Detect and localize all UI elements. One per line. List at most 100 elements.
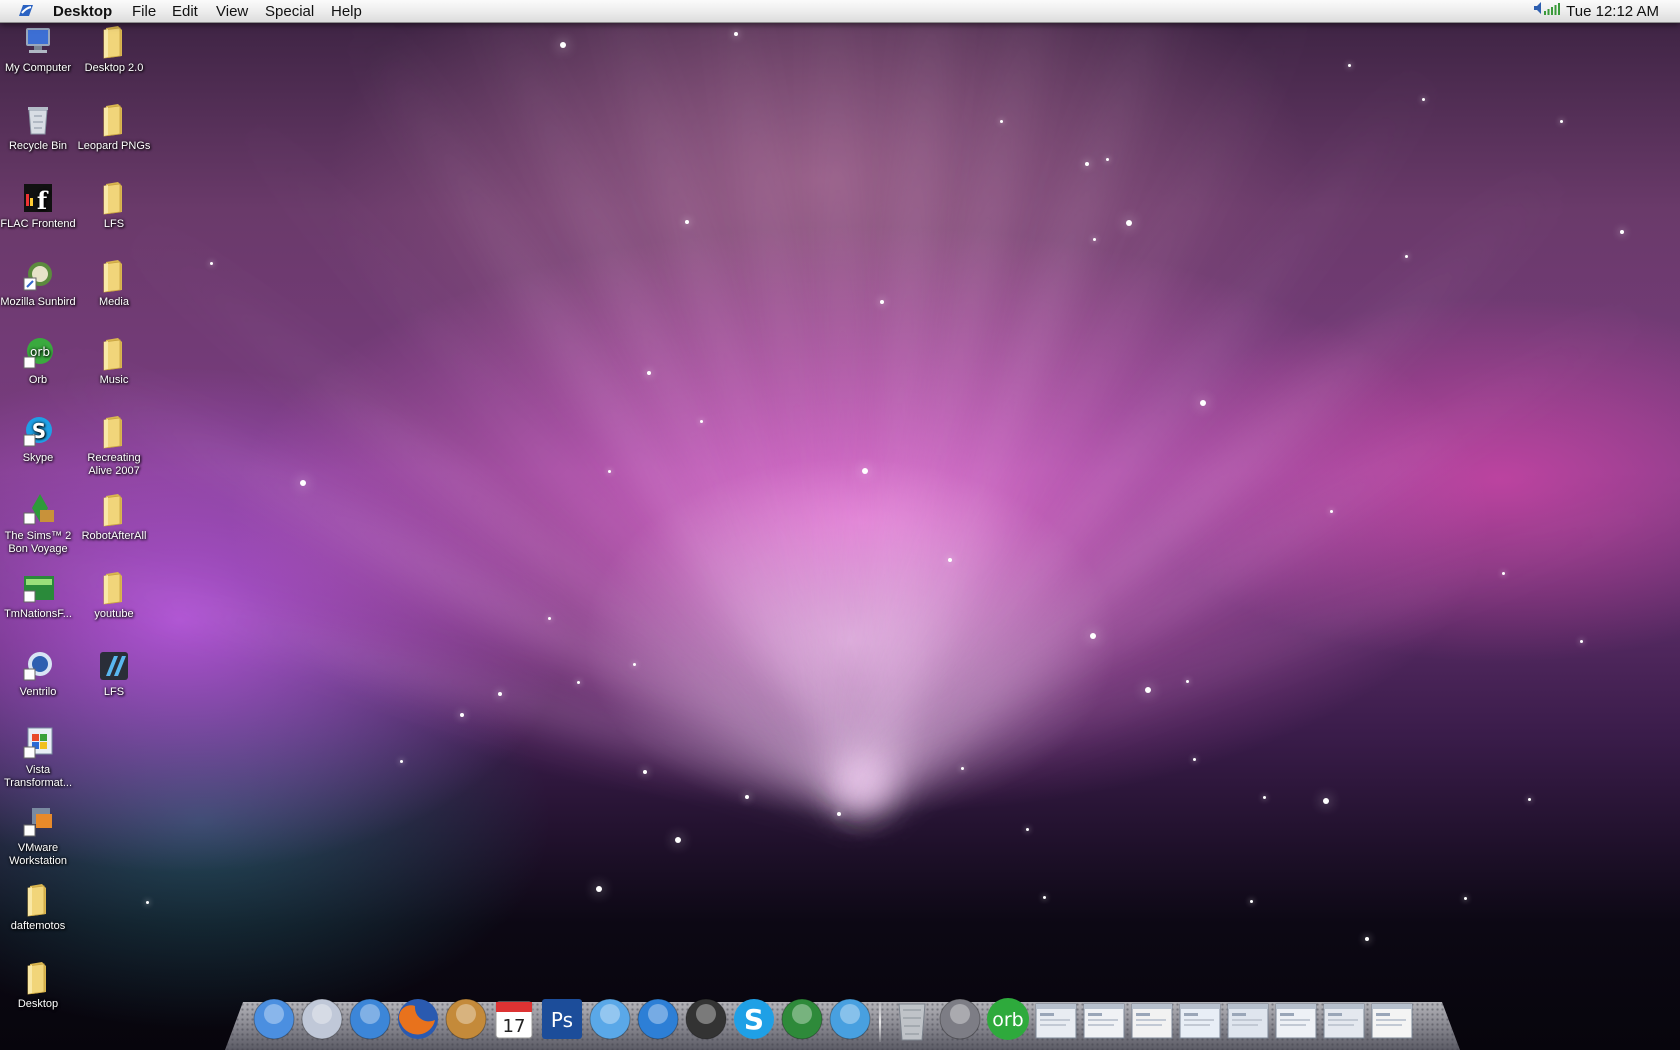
folder-icon: [96, 102, 132, 138]
star: [1193, 758, 1196, 761]
desktop-icon[interactable]: The Sims™ 2 Bon Voyage: [0, 492, 76, 556]
desktop-icon[interactable]: Desktop 2.0: [76, 24, 152, 75]
star: [1000, 120, 1003, 123]
desktop-icon-label: Music: [99, 374, 129, 386]
skype-icon: S: [20, 414, 56, 450]
desktop-icon[interactable]: f FLAC Frontend: [0, 180, 76, 231]
star: [1330, 510, 1333, 513]
window-thumbnail-icon[interactable]: [1129, 996, 1175, 1042]
volume-icon[interactable]: [1532, 1, 1542, 15]
menu-file[interactable]: File: [132, 3, 156, 20]
ical-icon[interactable]: 17: [491, 996, 537, 1042]
desktop-icon-label: The Sims™ 2 Bon Voyage: [4, 530, 72, 555]
sims-icon[interactable]: [779, 996, 825, 1042]
desktop-icon[interactable]: Vista Transformat...: [0, 726, 76, 790]
desktop-icon[interactable]: RobotAfterAll: [76, 492, 152, 543]
desktop-icon[interactable]: youtube: [76, 570, 152, 621]
desktop-icon[interactable]: VMware Workstation: [0, 804, 76, 868]
star: [560, 42, 566, 48]
desktop-icon[interactable]: Recreating Alive 2007: [76, 414, 152, 478]
safari-icon[interactable]: [347, 996, 393, 1042]
desktop-icon-label: LFS: [103, 686, 125, 698]
star: [1250, 900, 1253, 903]
sunbird-icon: [20, 258, 56, 294]
desktop-icon[interactable]: S Skype: [0, 414, 76, 465]
lfs-app-icon: [96, 648, 132, 684]
desktop-icon-label: Recreating Alive 2007: [87, 452, 141, 477]
star: [577, 681, 580, 684]
window-thumbnail-icon[interactable]: [1321, 996, 1367, 1042]
menu-clock[interactable]: Tue 12:12 AM: [1566, 3, 1659, 20]
finder-icon[interactable]: [251, 996, 297, 1042]
msn-messenger-icon[interactable]: [827, 996, 873, 1042]
computer-icon: [20, 24, 56, 60]
folder-icon: [20, 960, 56, 996]
desktop-icon[interactable]: TmNationsF...: [0, 570, 76, 621]
star: [596, 886, 602, 892]
star: [1106, 158, 1109, 161]
desktop-icon-label: LFS: [103, 218, 125, 230]
desktop-icon[interactable]: Desktop: [0, 960, 76, 1011]
menu-edit[interactable]: Edit: [172, 3, 198, 20]
star: [862, 468, 868, 474]
star: [1422, 98, 1425, 101]
star: [745, 795, 749, 799]
window-thumbnail-icon[interactable]: [1369, 996, 1415, 1042]
star: [1405, 255, 1408, 258]
star: [548, 617, 551, 620]
firefox-icon[interactable]: [395, 996, 441, 1042]
trash-icon[interactable]: [889, 996, 935, 1042]
star: [1464, 897, 1467, 900]
folder-icon: [96, 180, 132, 216]
desktop-icon[interactable]: Recycle Bin: [0, 102, 76, 153]
desktop-icon[interactable]: orb Orb: [0, 336, 76, 387]
desktop-icon-label: daftemotos: [10, 920, 66, 932]
star: [1502, 572, 1505, 575]
orb-icon[interactable]: orb: [985, 996, 1031, 1042]
desktop-icon-label: Vista Transformat...: [3, 764, 73, 789]
photoshop-icon[interactable]: Ps: [539, 996, 585, 1042]
system-preferences-icon[interactable]: [937, 996, 983, 1042]
desktop-icon-label: Desktop: [17, 998, 59, 1010]
svg-text:S: S: [744, 1003, 764, 1036]
desktop-icon[interactable]: Music: [76, 336, 152, 387]
desktop-icon-label: FLAC Frontend: [0, 218, 76, 230]
desktop-icon[interactable]: Media: [76, 258, 152, 309]
desktop-wallpaper: [0, 0, 1680, 1050]
menu-special[interactable]: Special: [265, 3, 314, 20]
star: [700, 420, 703, 423]
desktop-icon-label: Mozilla Sunbird: [0, 296, 76, 308]
star: [300, 480, 306, 486]
folder-icon: [96, 492, 132, 528]
window-thumbnail-icon[interactable]: [1177, 996, 1223, 1042]
vmware-icon: [20, 804, 56, 840]
skype-icon[interactable]: S: [731, 996, 777, 1042]
window-thumbnail-icon[interactable]: [1081, 996, 1127, 1042]
desktop-icon[interactable]: Leopard PNGs: [76, 102, 152, 153]
menu-view[interactable]: View: [216, 3, 248, 20]
desktop-icon[interactable]: LFS: [76, 180, 152, 231]
garageband-icon[interactable]: [443, 996, 489, 1042]
desktop-icon[interactable]: daftemotos: [0, 882, 76, 933]
menu-app-name[interactable]: Desktop: [53, 3, 112, 20]
desktop-icon[interactable]: Ventrilo: [0, 648, 76, 699]
window-thumbnail-icon[interactable]: [1273, 996, 1319, 1042]
svg-text:orb: orb: [992, 1009, 1024, 1031]
desktop-icon[interactable]: My Computer: [0, 24, 76, 75]
desktop-icon[interactable]: LFS: [76, 648, 152, 699]
desktop-icon[interactable]: Mozilla Sunbird: [0, 258, 76, 309]
desktop-icon-label: VMware Workstation: [9, 842, 67, 867]
star: [1365, 937, 1369, 941]
window-thumbnail-icon[interactable]: [1033, 996, 1079, 1042]
preview-icon[interactable]: [299, 996, 345, 1042]
lfs-icon[interactable]: [683, 996, 729, 1042]
itunes-icon[interactable]: [587, 996, 633, 1042]
menu-help[interactable]: Help: [331, 3, 362, 20]
star: [1186, 680, 1189, 683]
star: [948, 558, 952, 562]
system-logo-icon[interactable]: [16, 2, 36, 20]
quicktime-icon[interactable]: [635, 996, 681, 1042]
network-signal-icon[interactable]: [1544, 2, 1560, 15]
star: [1620, 230, 1624, 234]
window-thumbnail-icon[interactable]: [1225, 996, 1271, 1042]
